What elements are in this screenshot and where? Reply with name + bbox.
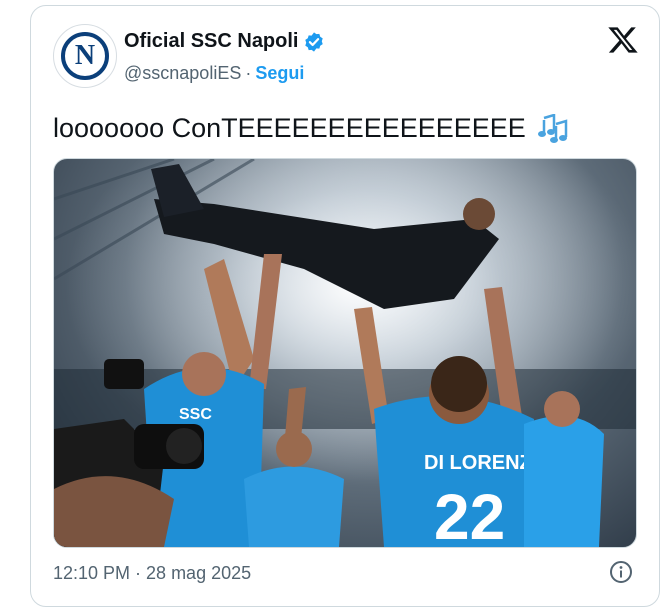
tweet-card: N Oficial SSC Napoli @sscnapoliES · Segui …	[30, 5, 660, 607]
celebration-photo: SSC DI LORENZO 22	[54, 159, 636, 547]
handle-row: @sscnapoliES · Segui	[124, 63, 304, 84]
verified-badge-icon	[305, 31, 324, 52]
account-name-row: Oficial SSC Napoli	[124, 30, 325, 53]
x-logo-icon[interactable]	[607, 24, 639, 56]
account-handle[interactable]: @sscnapoliES	[124, 63, 241, 83]
account-name[interactable]: Oficial SSC Napoli	[124, 30, 298, 53]
music-notes-icon	[537, 113, 568, 143]
info-icon[interactable]	[609, 560, 633, 584]
tweet-timestamp[interactable]: 12:10 PM · 28 mag 2025	[53, 563, 251, 584]
avatar-letter: N	[74, 40, 96, 71]
tweet-photo[interactable]: SSC DI LORENZO 22	[53, 158, 637, 548]
tweet-text: looooooo ConTEEEEEEEEEEEEEEEE	[53, 113, 570, 144]
jersey-number: 22	[434, 481, 505, 547]
napoli-logo: N	[61, 32, 109, 80]
separator: ·	[245, 63, 252, 83]
crest-text: SSC	[179, 406, 212, 423]
avatar[interactable]: N	[53, 24, 117, 88]
follow-button[interactable]: Segui	[255, 63, 304, 83]
tweet-body: looooooo ConTEEEEEEEEEEEEEEEE	[53, 113, 526, 143]
